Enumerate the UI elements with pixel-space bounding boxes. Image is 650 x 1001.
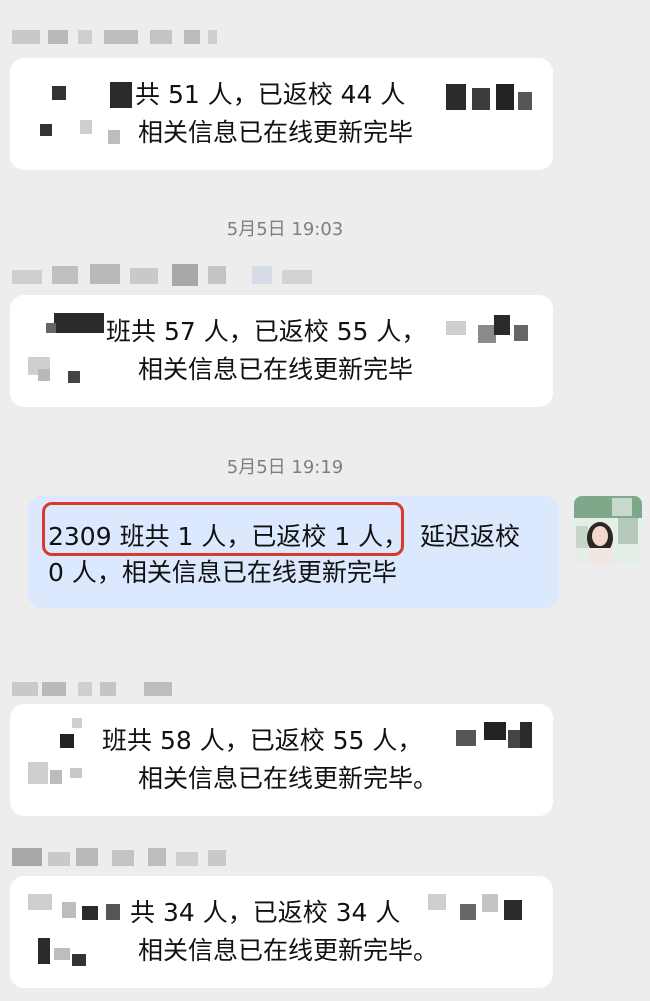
redaction-mosaic bbox=[28, 894, 52, 910]
message-text-line1: 班共 57 人，已返校 55 人， bbox=[106, 317, 427, 346]
highlight-box bbox=[42, 502, 404, 556]
avatar[interactable] bbox=[574, 496, 642, 564]
message-bubble[interactable]: 共 34 人，已返校 34 人 相关信息已在线更新完毕。 bbox=[10, 876, 553, 988]
message-bubble[interactable]: 班共 57 人，已返校 55 人， 相关信息已在线更新完毕 bbox=[10, 295, 553, 407]
sender-name-redacted bbox=[12, 30, 217, 44]
user-avatar-photo-icon bbox=[574, 496, 642, 564]
message-bubble[interactable]: 班共 58 人，已返校 55 人， 相关信息已在线更新完毕。 bbox=[10, 704, 553, 816]
sender-name-redacted bbox=[12, 682, 172, 696]
sender-name-redacted bbox=[12, 846, 227, 868]
timestamp: 5月5日 19:03 bbox=[226, 219, 344, 240]
sender-name-redacted bbox=[12, 264, 312, 286]
timestamp: 5月5日 19:19 bbox=[226, 457, 344, 478]
message-text-line1: 共 51 人，已返校 44 人 bbox=[135, 80, 406, 109]
message-text-line2: 相关信息已在线更新完毕 bbox=[138, 118, 414, 147]
message-text-line1-rest: 延迟返校 bbox=[420, 522, 521, 551]
redaction-mosaic bbox=[54, 313, 104, 333]
message-text-line1: 共 34 人，已返校 34 人 bbox=[130, 898, 401, 927]
message-text-line2: 0 人，相关信息已在线更新完毕 bbox=[48, 558, 397, 587]
redaction-mosaic bbox=[72, 718, 82, 728]
message-text-line2: 相关信息已在线更新完毕。 bbox=[138, 764, 439, 793]
message-bubble[interactable]: 共 51 人，已返校 44 人 相关信息已在线更新完毕 bbox=[10, 58, 553, 170]
message-text-line2: 相关信息已在线更新完毕 bbox=[138, 355, 414, 384]
message-text-line2: 相关信息已在线更新完毕。 bbox=[138, 936, 439, 965]
redaction-mosaic bbox=[52, 86, 66, 100]
message-text-line1: 班共 58 人，已返校 55 人， bbox=[102, 726, 423, 755]
